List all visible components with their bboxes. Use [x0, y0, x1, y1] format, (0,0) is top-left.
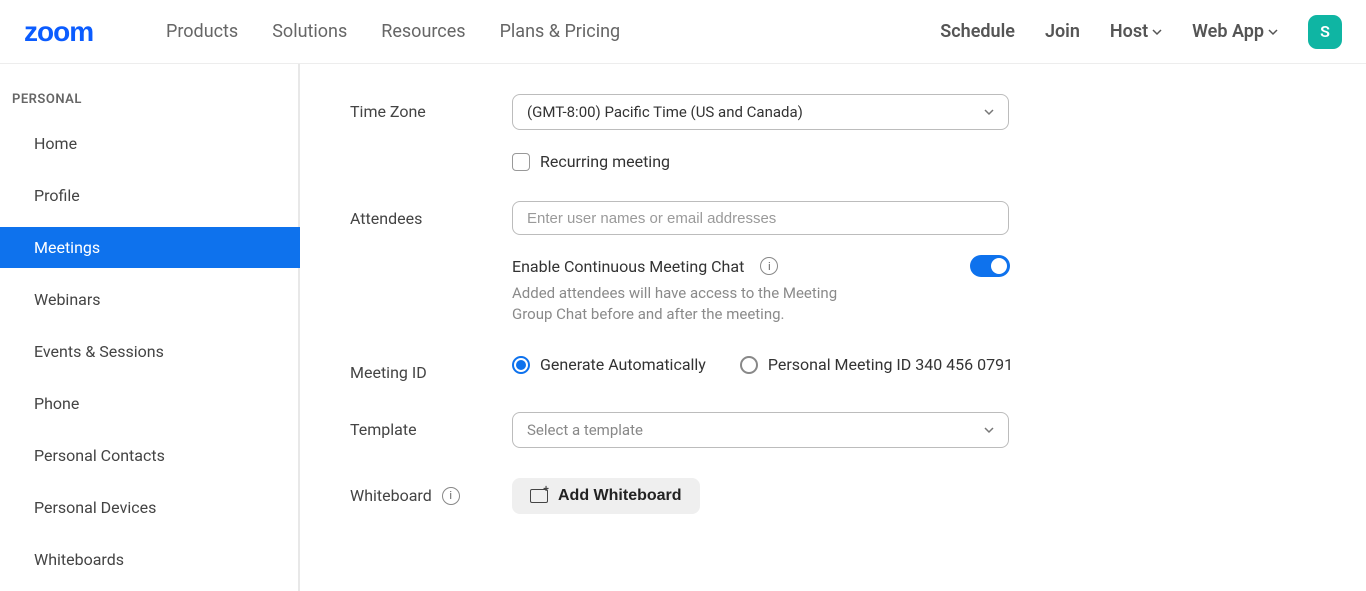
meeting-id-personal-label: Personal Meeting ID 340 456 0791 — [768, 355, 1013, 374]
continuous-chat-label: Enable Continuous Meeting Chat — [512, 257, 744, 276]
sidebar-item-profile[interactable]: Profile — [0, 175, 300, 216]
nav-host[interactable]: Host — [1110, 21, 1162, 42]
avatar[interactable]: S — [1308, 15, 1342, 49]
radio-selected-icon — [512, 356, 530, 374]
top-nav: zoom Products Solutions Resources Plans … — [0, 0, 1366, 64]
nav-webapp[interactable]: Web App — [1192, 21, 1278, 42]
recurring-label: Recurring meeting — [540, 152, 670, 171]
add-whiteboard-button[interactable]: Add Whiteboard — [512, 478, 700, 514]
add-whiteboard-label: Add Whiteboard — [558, 487, 682, 505]
sidebar-item-events[interactable]: Events & Sessions — [0, 331, 300, 372]
sidebar-section-header: PERSONAL — [0, 92, 300, 123]
recurring-checkbox-row[interactable]: Recurring meeting — [512, 152, 1022, 171]
svg-text:zoom: zoom — [24, 18, 93, 46]
chevron-down-icon — [1152, 27, 1162, 37]
meeting-form: Time Zone (GMT-8:00) Pacific Time (US an… — [300, 64, 1366, 591]
recurring-checkbox[interactable] — [512, 153, 530, 171]
nav-webapp-label: Web App — [1192, 21, 1264, 42]
chevron-down-icon — [984, 425, 994, 435]
sidebar-item-whiteboards[interactable]: Whiteboards — [0, 539, 300, 580]
attendees-input[interactable] — [512, 201, 1009, 235]
whiteboard-icon — [530, 489, 548, 503]
secondary-nav: Schedule Join Host Web App S — [940, 15, 1342, 49]
template-select[interactable]: Select a template — [512, 412, 1009, 448]
nav-host-label: Host — [1110, 21, 1148, 42]
sidebar: PERSONAL Home Profile Meetings Webinars … — [0, 64, 300, 591]
info-icon[interactable]: i — [442, 487, 460, 505]
zoom-logo[interactable]: zoom — [24, 18, 136, 46]
radio-empty-icon — [740, 356, 758, 374]
whiteboard-label-text: Whiteboard — [350, 486, 432, 505]
sidebar-item-webinars[interactable]: Webinars — [0, 279, 300, 320]
primary-nav: Products Solutions Resources Plans & Pri… — [166, 21, 620, 42]
nav-join[interactable]: Join — [1045, 21, 1080, 42]
timezone-label: Time Zone — [350, 94, 512, 121]
attendees-label: Attendees — [350, 201, 512, 228]
nav-plans[interactable]: Plans & Pricing — [500, 21, 621, 42]
timezone-value: (GMT-8:00) Pacific Time (US and Canada) — [527, 103, 803, 121]
nav-schedule[interactable]: Schedule — [940, 21, 1015, 42]
continuous-chat-toggle[interactable] — [970, 255, 1010, 277]
meeting-id-label: Meeting ID — [350, 355, 512, 382]
meeting-id-personal-option[interactable]: Personal Meeting ID 340 456 0791 — [740, 355, 1013, 374]
info-icon[interactable]: i — [760, 257, 778, 275]
nav-products[interactable]: Products — [166, 21, 238, 42]
chevron-down-icon — [1268, 27, 1278, 37]
template-placeholder: Select a template — [527, 421, 643, 439]
nav-resources[interactable]: Resources — [381, 21, 465, 42]
sidebar-item-home[interactable]: Home — [0, 123, 300, 164]
whiteboard-label: Whiteboard i — [350, 478, 512, 505]
sidebar-item-meetings[interactable]: Meetings — [0, 227, 300, 268]
nav-solutions[interactable]: Solutions — [272, 21, 347, 42]
sidebar-item-contacts[interactable]: Personal Contacts — [0, 435, 300, 476]
continuous-chat-hint: Added attendees will have access to the … — [512, 283, 872, 325]
sidebar-item-devices[interactable]: Personal Devices — [0, 487, 300, 528]
timezone-select[interactable]: (GMT-8:00) Pacific Time (US and Canada) — [512, 94, 1009, 130]
meeting-id-auto-label: Generate Automatically — [540, 355, 706, 374]
sidebar-item-phone[interactable]: Phone — [0, 383, 300, 424]
chevron-down-icon — [984, 107, 994, 117]
meeting-id-auto-option[interactable]: Generate Automatically — [512, 355, 706, 374]
template-label: Template — [350, 412, 512, 439]
